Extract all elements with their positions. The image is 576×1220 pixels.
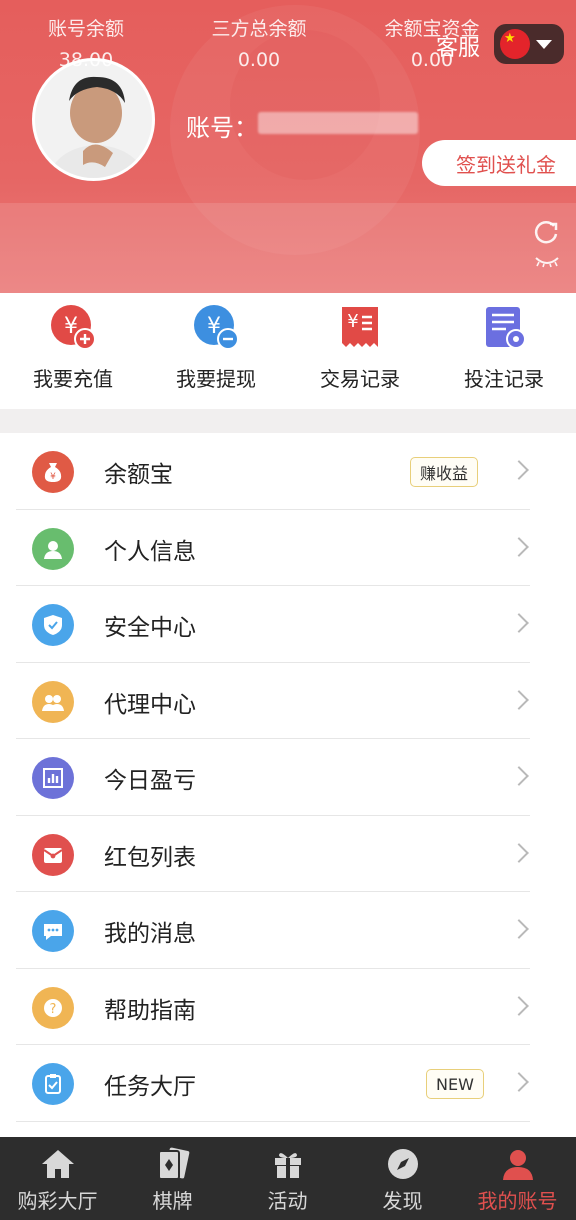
bet-record-icon (480, 303, 528, 351)
money-bag-icon: ¥ (32, 451, 74, 493)
agents-icon (32, 680, 74, 723)
tab-label: 购彩大厅 (17, 1189, 98, 1213)
svg-text:?: ? (50, 1002, 57, 1017)
balance-label: 账号余额 (47, 18, 124, 40)
section-divider (0, 409, 576, 433)
menu-item-agent[interactable]: 代理中心 (0, 663, 576, 740)
new-badge: NEW (426, 1069, 484, 1099)
signin-bonus-button[interactable]: 签到送礼金 (422, 140, 576, 186)
menu-item-label: 红包列表 (104, 844, 196, 871)
recharge-icon: ¥ (49, 303, 97, 351)
chevron-right-icon (509, 536, 529, 557)
menu-item-profile[interactable]: 个人信息 (0, 510, 576, 587)
tab-lottery-hall[interactable]: 购彩大厅 (0, 1145, 115, 1214)
quick-action-label: 我要提现 (176, 367, 256, 391)
user-icon (32, 527, 74, 570)
tab-cards[interactable]: 棋牌 (115, 1145, 230, 1214)
balance-account: 账号余额 38.00 (30, 14, 142, 71)
balance-value: 38.00 (58, 49, 114, 71)
chevron-down-icon (536, 39, 552, 49)
message-icon (32, 910, 74, 952)
help-icon: ? (32, 986, 74, 1029)
bottom-tab-bar: 购彩大厅 棋牌 活动 发现 我的账号 (0, 1137, 576, 1220)
menu-item-label: 安全中心 (104, 615, 196, 641)
cards-icon (154, 1145, 192, 1183)
recharge-button[interactable]: ¥ 我要充值 (8, 303, 138, 392)
balance-bar (0, 203, 576, 293)
compass-icon (384, 1145, 422, 1183)
menu-item-yuebao[interactable]: ¥ 余额宝 赚收益 (0, 433, 576, 510)
quick-action-label: 交易记录 (320, 367, 400, 391)
chevron-right-icon (509, 689, 529, 710)
withdraw-button[interactable]: ¥ 我要提现 (151, 303, 281, 392)
shield-icon (32, 604, 74, 646)
menu-item-red-envelopes[interactable]: 红包列表 (0, 816, 576, 893)
chevron-right-icon (509, 1072, 529, 1092)
menu-item-label: 代理中心 (104, 691, 196, 718)
tab-label: 我的账号 (477, 1189, 558, 1213)
account-menu-list: ¥ 余额宝 赚收益 个人信息 安全中心 代理中心 今日盈亏 红包列表 我的消息 … (0, 433, 576, 1122)
avatar[interactable] (32, 58, 155, 181)
menu-item-daily-pnl[interactable]: 今日盈亏 (0, 739, 576, 816)
earn-badge: 赚收益 (410, 457, 479, 487)
menu-item-messages[interactable]: 我的消息 (0, 892, 576, 969)
account-id-masked (258, 112, 418, 134)
svg-text:¥: ¥ (347, 311, 358, 332)
quick-actions: ¥ 我要充值 ¥ 我要提现 ¥ 交易记录 投注记录 (0, 293, 576, 409)
refresh-icon[interactable] (532, 218, 560, 246)
tab-label: 发现 (382, 1189, 423, 1213)
menu-item-label: 今日盈亏 (104, 768, 196, 794)
chevron-right-icon (509, 842, 529, 863)
tab-discover[interactable]: 发现 (345, 1145, 460, 1214)
quick-action-label: 投注记录 (464, 367, 544, 391)
home-icon (39, 1145, 77, 1183)
chevron-right-icon (509, 460, 529, 480)
chevron-right-icon (509, 919, 529, 939)
menu-item-label: 个人信息 (104, 538, 196, 565)
svg-text:¥: ¥ (50, 472, 56, 482)
tab-label: 棋牌 (152, 1189, 193, 1213)
balance-label: 三方总余额 (211, 18, 307, 40)
menu-item-security[interactable]: 安全中心 (0, 586, 576, 663)
chevron-right-icon (509, 995, 529, 1016)
task-clipboard-icon (32, 1063, 74, 1105)
language-selector[interactable] (494, 24, 564, 64)
menu-item-tasks[interactable]: 任务大厅 NEW (0, 1045, 576, 1122)
account-label: 账号： (186, 114, 258, 142)
china-flag-icon (500, 29, 530, 59)
menu-item-help[interactable]: ? 帮助指南 (0, 969, 576, 1046)
hide-balance-eye-icon[interactable] (534, 254, 560, 268)
bar-chart-icon (32, 757, 74, 799)
menu-item-label: 帮助指南 (104, 997, 196, 1024)
menu-item-label: 任务大厅 (104, 1074, 196, 1100)
menu-item-label: 我的消息 (104, 921, 196, 947)
balance-yuebao: 余额宝资金 0.00 (372, 14, 492, 71)
menu-item-label: 余额宝 (104, 462, 173, 488)
chevron-right-icon (509, 766, 529, 786)
balance-value: 0.00 (237, 49, 281, 71)
transaction-record-button[interactable]: ¥ 交易记录 (295, 303, 425, 392)
balance-third-party: 三方总余额 0.00 (200, 14, 318, 71)
bet-record-button[interactable]: 投注记录 (439, 303, 569, 392)
tab-activities[interactable]: 活动 (230, 1145, 345, 1214)
tab-my-account[interactable]: 我的账号 (460, 1145, 575, 1214)
tab-label: 活动 (267, 1189, 308, 1213)
quick-action-label: 我要充值 (33, 367, 113, 391)
red-envelope-icon (32, 833, 74, 876)
balance-value: 0.00 (410, 49, 454, 71)
chevron-right-icon (509, 613, 529, 633)
account-icon (499, 1145, 537, 1183)
withdraw-icon: ¥ (192, 303, 240, 351)
balance-label: 余额宝资金 (384, 18, 480, 40)
transaction-record-icon: ¥ (336, 303, 384, 351)
gift-icon (269, 1145, 307, 1183)
